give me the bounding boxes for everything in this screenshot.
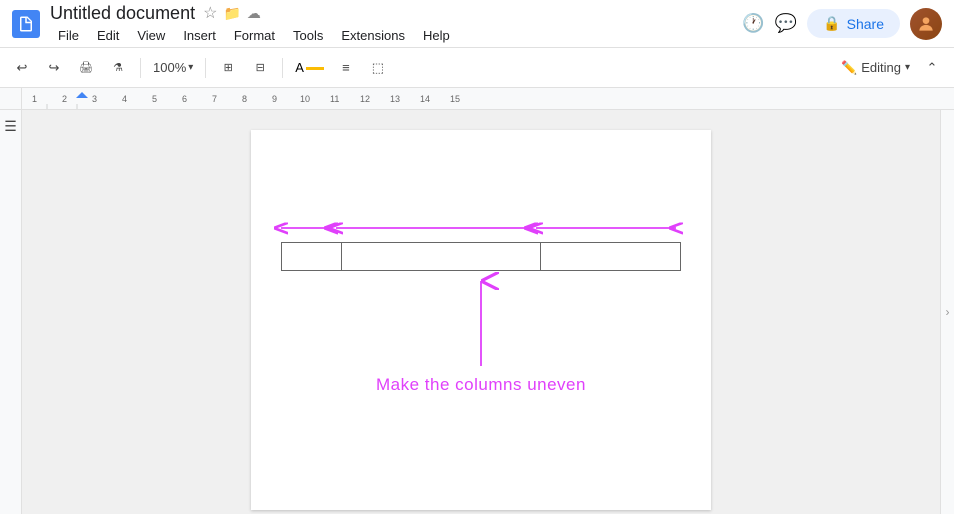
- menu-view[interactable]: View: [129, 26, 173, 45]
- svg-text:4: 4: [122, 94, 127, 104]
- svg-text:14: 14: [420, 94, 430, 104]
- folder-icon[interactable]: 📁: [223, 5, 240, 22]
- right-chevron-icon: ›: [946, 305, 950, 319]
- format-paint-button[interactable]: ⚗: [104, 54, 132, 82]
- zoom-chevron: ▾: [188, 62, 193, 73]
- menu-insert[interactable]: Insert: [175, 26, 224, 45]
- highlight-color-bar: [306, 67, 324, 70]
- menu-edit[interactable]: Edit: [89, 26, 127, 45]
- doc-table: [281, 242, 681, 271]
- table-row: [282, 243, 681, 271]
- svg-text:11: 11: [330, 94, 339, 104]
- annotation-text: Make the columns uneven: [376, 375, 586, 395]
- title-actions: 🕐 💬 🔒 Share: [742, 8, 942, 40]
- outline-icon[interactable]: ☰: [4, 118, 17, 135]
- svg-text:2: 2: [62, 94, 67, 104]
- svg-text:6: 6: [182, 94, 187, 104]
- history-icon[interactable]: 🕐: [742, 13, 764, 34]
- zoom-selector[interactable]: 100% ▾: [149, 60, 197, 75]
- menu-tools[interactable]: Tools: [285, 26, 331, 45]
- editing-pencil-icon: ✏️: [841, 60, 857, 76]
- editing-label: Editing: [861, 60, 901, 75]
- svg-text:10: 10: [300, 94, 310, 104]
- undo-button[interactable]: ↩: [8, 54, 36, 82]
- doc-title[interactable]: Untitled document: [50, 3, 195, 24]
- table-cell-1: [282, 243, 342, 271]
- title-icons: ☆ 📁 ☁: [203, 3, 261, 23]
- svg-text:5: 5: [152, 94, 157, 104]
- doc-area: Make the columns uneven: [22, 110, 940, 514]
- svg-text:13: 13: [390, 94, 400, 104]
- menu-format[interactable]: Format: [226, 26, 283, 45]
- title-area: Untitled document ☆ 📁 ☁ File Edit View I…: [50, 3, 742, 45]
- redo-button[interactable]: ↪: [40, 54, 68, 82]
- toolbar-divider-2: [205, 58, 206, 78]
- highlight-button[interactable]: A: [291, 60, 328, 75]
- highlight-icon: A: [295, 60, 304, 75]
- zoom-value: 100%: [153, 60, 186, 75]
- editing-mode-selector[interactable]: ✏️ Editing ▾: [841, 60, 910, 76]
- doc-view-button[interactable]: ⊞: [214, 54, 242, 82]
- column-arrows-svg: [276, 210, 686, 242]
- svg-text:12: 12: [360, 94, 370, 104]
- toolbar: ↩ ↪ 🖨 ⚗ 100% ▾ ⊞ ⊟ A ≡ ⬚ ✏️ Editing ▾ ⌃: [0, 48, 954, 88]
- svg-text:3: 3: [92, 94, 97, 104]
- svg-text:9: 9: [272, 94, 277, 104]
- svg-text:15: 15: [450, 94, 460, 104]
- collapse-button[interactable]: ⌃: [918, 54, 946, 82]
- table-cell-3: [541, 243, 681, 271]
- ruler: 1 2 3 4 5 6 7 8 9 10 11 12 13 14 15: [0, 88, 954, 110]
- menu-help[interactable]: Help: [415, 26, 458, 45]
- align-right-button[interactable]: ⬚: [364, 54, 392, 82]
- svg-text:7: 7: [212, 94, 217, 104]
- star-icon[interactable]: ☆: [203, 3, 217, 23]
- layout-button[interactable]: ⊟: [246, 54, 274, 82]
- align-left-button[interactable]: ≡: [332, 54, 360, 82]
- avatar[interactable]: [910, 8, 942, 40]
- doc-icon: [12, 10, 40, 38]
- share-label: Share: [847, 16, 884, 32]
- ruler-content: 1 2 3 4 5 6 7 8 9 10 11 12 13 14 15: [22, 88, 954, 109]
- print-button[interactable]: 🖨: [72, 54, 100, 82]
- ruler-left: [0, 88, 22, 109]
- doc-title-row: Untitled document ☆ 📁 ☁: [50, 3, 742, 24]
- table-cell-2: [341, 243, 540, 271]
- editing-chevron: ▾: [905, 62, 910, 73]
- title-bar: Untitled document ☆ 📁 ☁ File Edit View I…: [0, 0, 954, 48]
- cloud-icon[interactable]: ☁: [247, 5, 261, 22]
- toolbar-divider-3: [282, 58, 283, 78]
- page: Make the columns uneven: [251, 130, 711, 510]
- menu-bar: File Edit View Insert Format Tools Exten…: [50, 26, 742, 45]
- share-button[interactable]: 🔒 Share: [807, 9, 900, 38]
- right-handle[interactable]: ›: [940, 110, 954, 514]
- svg-text:1: 1: [32, 94, 37, 104]
- annotation-area: Make the columns uneven: [281, 210, 681, 395]
- toolbar-divider-1: [140, 58, 141, 78]
- main-area: ☰: [0, 110, 954, 514]
- menu-extensions[interactable]: Extensions: [333, 26, 413, 45]
- lock-icon: 🔒: [823, 15, 840, 32]
- menu-file[interactable]: File: [50, 26, 87, 45]
- svg-text:8: 8: [242, 94, 247, 104]
- up-arrow-svg: [461, 271, 501, 371]
- comments-icon[interactable]: 💬: [775, 13, 797, 34]
- side-panel: ☰: [0, 110, 22, 514]
